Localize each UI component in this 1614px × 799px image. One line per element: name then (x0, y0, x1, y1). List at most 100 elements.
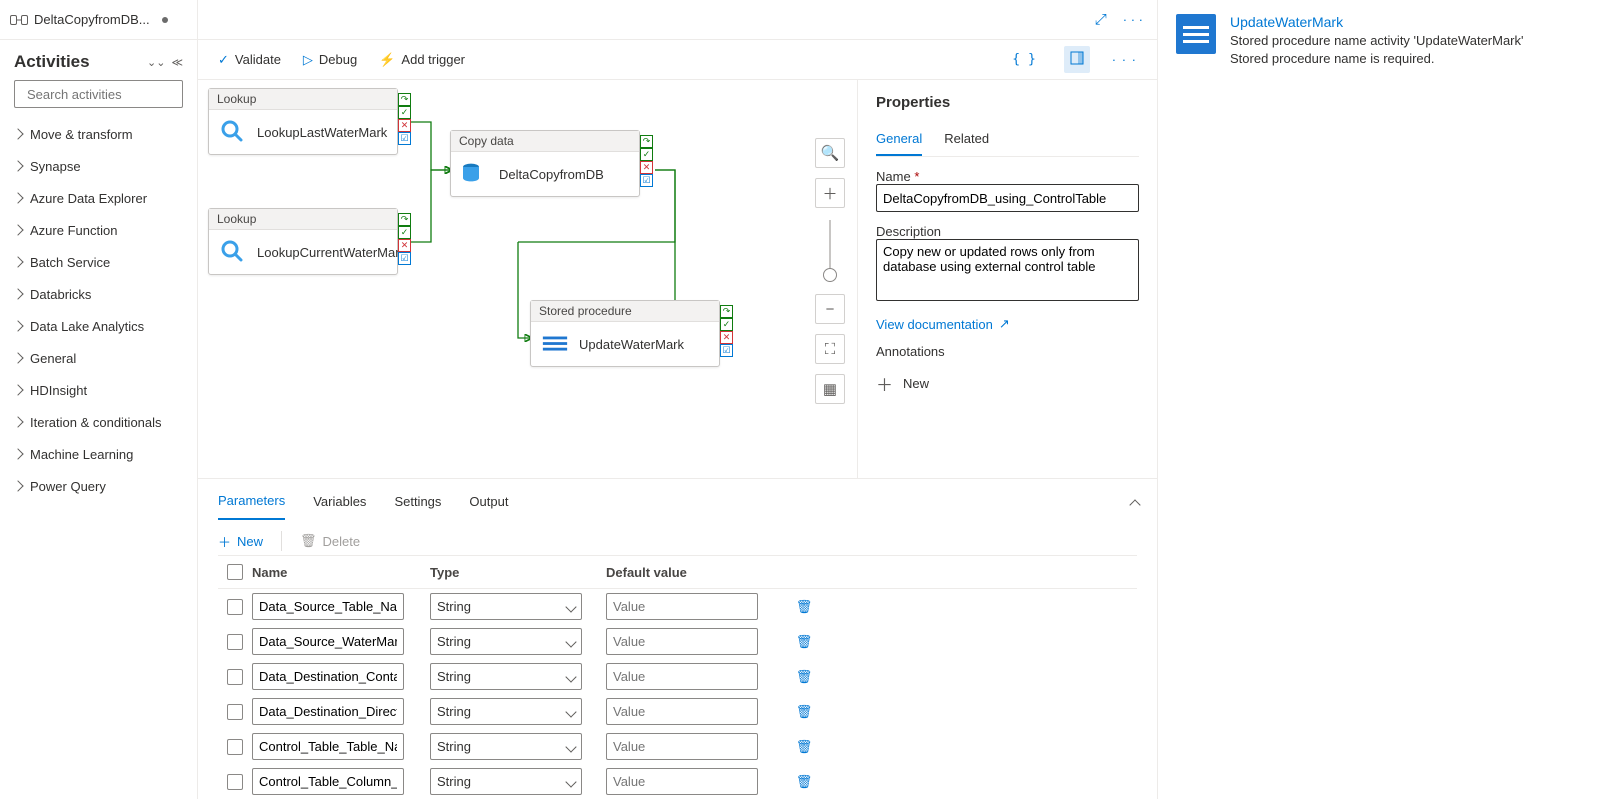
delete-row-icon[interactable]: 🗑 (796, 634, 813, 650)
sidebar-category[interactable]: HDInsight (6, 374, 191, 406)
layout-icon[interactable]: ▦ (815, 374, 845, 404)
row-checkbox[interactable] (227, 774, 243, 790)
collapse-bottom-icon[interactable] (1131, 494, 1139, 509)
sidebar-category[interactable]: Iteration & conditionals (6, 406, 191, 438)
param-value-input[interactable] (606, 628, 758, 655)
port-skip-icon[interactable]: ☑ (720, 344, 733, 357)
activity-ports[interactable]: ↷✓✕☑ (640, 135, 653, 187)
expand-all-icon[interactable]: ⌄⌄ (147, 56, 165, 69)
bottom-tab-output[interactable]: Output (469, 484, 508, 519)
param-type-select[interactable]: String (430, 768, 582, 795)
param-type-select[interactable]: String (430, 628, 582, 655)
pipeline-name-input[interactable] (876, 184, 1139, 212)
delete-row-icon[interactable]: 🗑 (796, 599, 813, 615)
canvas-search-icon[interactable]: 🔍 (815, 138, 845, 168)
delete-parameter-button[interactable]: 🗑Delete (300, 533, 360, 549)
description-textarea[interactable] (876, 239, 1139, 301)
row-checkbox[interactable] (227, 704, 243, 720)
add-annotation-button[interactable]: ＋New (876, 371, 1139, 396)
port-success-icon[interactable]: ↷ (720, 305, 733, 318)
collapse-panel-icon[interactable]: ≪ (171, 56, 183, 69)
sidebar-category[interactable]: Databricks (6, 278, 191, 310)
expand-icon[interactable]: ⤢ (1095, 11, 1107, 28)
param-type-select[interactable]: String (430, 663, 582, 690)
param-name-input[interactable] (252, 628, 404, 655)
sidebar-category[interactable]: Batch Service (6, 246, 191, 278)
activity-LookupLastWaterMark[interactable]: LookupLookupLastWaterMark↷✓✕☑ (208, 88, 398, 155)
port-completion-icon[interactable]: ✓ (398, 106, 411, 119)
design-canvas[interactable]: 🔍 ＋ − ⛶ ▦ LookupLookupLastWaterMark↷✓✕☑ L… (198, 80, 857, 478)
bottom-tab-parameters[interactable]: Parameters (218, 483, 285, 520)
port-failure-icon[interactable]: ✕ (640, 161, 653, 174)
sidebar-category[interactable]: Synapse (6, 150, 191, 182)
port-success-icon[interactable]: ↷ (640, 135, 653, 148)
port-success-icon[interactable]: ↷ (398, 93, 411, 106)
param-value-input[interactable] (606, 768, 758, 795)
param-name-input[interactable] (252, 698, 404, 725)
bottom-tab-settings[interactable]: Settings (394, 484, 441, 519)
row-checkbox[interactable] (227, 669, 243, 685)
validate-button[interactable]: ✓Validate (218, 52, 281, 68)
row-checkbox[interactable] (227, 599, 243, 615)
param-value-input[interactable] (606, 593, 758, 620)
properties-toggle-icon[interactable] (1064, 46, 1090, 73)
param-value-input[interactable] (606, 733, 758, 760)
port-skip-icon[interactable]: ☑ (398, 252, 411, 265)
bottom-tab-variables[interactable]: Variables (313, 484, 366, 519)
param-name-input[interactable] (252, 768, 404, 795)
port-skip-icon[interactable]: ☑ (398, 132, 411, 145)
port-skip-icon[interactable]: ☑ (640, 174, 653, 187)
param-type-select[interactable]: String (430, 733, 582, 760)
debug-button[interactable]: ▷Debug (303, 52, 357, 68)
more-top-icon[interactable]: · · · (1123, 12, 1143, 27)
sidebar-category[interactable]: Power Query (6, 470, 191, 502)
activity-ports[interactable]: ↷✓✕☑ (398, 93, 411, 145)
port-success-icon[interactable]: ↷ (398, 213, 411, 226)
view-documentation-link[interactable]: View documentation ↗ (876, 316, 1139, 332)
activity-LookupCurrentWaterMark[interactable]: LookupLookupCurrentWaterMark↷✓✕☑ (208, 208, 398, 275)
activity-ports[interactable]: ↷✓✕☑ (720, 305, 733, 357)
pipeline-tab[interactable]: DeltaCopyfromDB... (0, 0, 197, 40)
sidebar-category[interactable]: Azure Data Explorer (6, 182, 191, 214)
props-tab-general[interactable]: General (876, 123, 922, 156)
port-completion-icon[interactable]: ✓ (720, 318, 733, 331)
props-tab-related[interactable]: Related (944, 123, 989, 156)
sidebar-category[interactable]: General (6, 342, 191, 374)
param-value-input[interactable] (606, 663, 758, 690)
fit-screen-icon[interactable]: ⛶ (815, 334, 845, 364)
param-type-select[interactable]: String (430, 698, 582, 725)
sidebar-category[interactable]: Azure Function (6, 214, 191, 246)
delete-row-icon[interactable]: 🗑 (796, 774, 813, 790)
activity-DeltaCopyfromDB[interactable]: Copy dataDeltaCopyfromDB↷✓✕☑ (450, 130, 640, 197)
row-checkbox[interactable] (227, 739, 243, 755)
port-failure-icon[interactable]: ✕ (398, 119, 411, 132)
port-completion-icon[interactable]: ✓ (398, 226, 411, 239)
port-failure-icon[interactable]: ✕ (720, 331, 733, 344)
activity-ports[interactable]: ↷✓✕☑ (398, 213, 411, 265)
row-checkbox[interactable] (227, 634, 243, 650)
activity-UpdateWaterMark[interactable]: Stored procedureUpdateWaterMark↷✓✕☑ (530, 300, 720, 367)
sidebar-category[interactable]: Data Lake Analytics (6, 310, 191, 342)
param-type-select[interactable]: String (430, 593, 582, 620)
search-input[interactable] (27, 87, 203, 102)
delete-row-icon[interactable]: 🗑 (796, 669, 813, 685)
search-input-wrap[interactable] (14, 80, 183, 108)
code-view-icon[interactable]: { } (1006, 48, 1041, 71)
add-trigger-button[interactable]: ⚡Add trigger (379, 52, 465, 68)
new-parameter-button[interactable]: ＋New (218, 532, 263, 551)
sidebar-category[interactable]: Move & transform (6, 118, 191, 150)
param-name-input[interactable] (252, 593, 404, 620)
port-completion-icon[interactable]: ✓ (640, 148, 653, 161)
param-value-input[interactable] (606, 698, 758, 725)
notification-title[interactable]: UpdateWaterMark (1230, 14, 1524, 30)
zoom-out-button[interactable]: − (815, 294, 845, 324)
param-name-input[interactable] (252, 663, 404, 690)
sidebar-category[interactable]: Machine Learning (6, 438, 191, 470)
delete-row-icon[interactable]: 🗑 (796, 739, 813, 755)
param-name-input[interactable] (252, 733, 404, 760)
toolbar-more-icon[interactable]: · · · (1112, 52, 1137, 67)
port-failure-icon[interactable]: ✕ (398, 239, 411, 252)
zoom-in-button[interactable]: ＋ (815, 178, 845, 208)
zoom-slider[interactable] (829, 220, 831, 282)
delete-row-icon[interactable]: 🗑 (796, 704, 813, 720)
